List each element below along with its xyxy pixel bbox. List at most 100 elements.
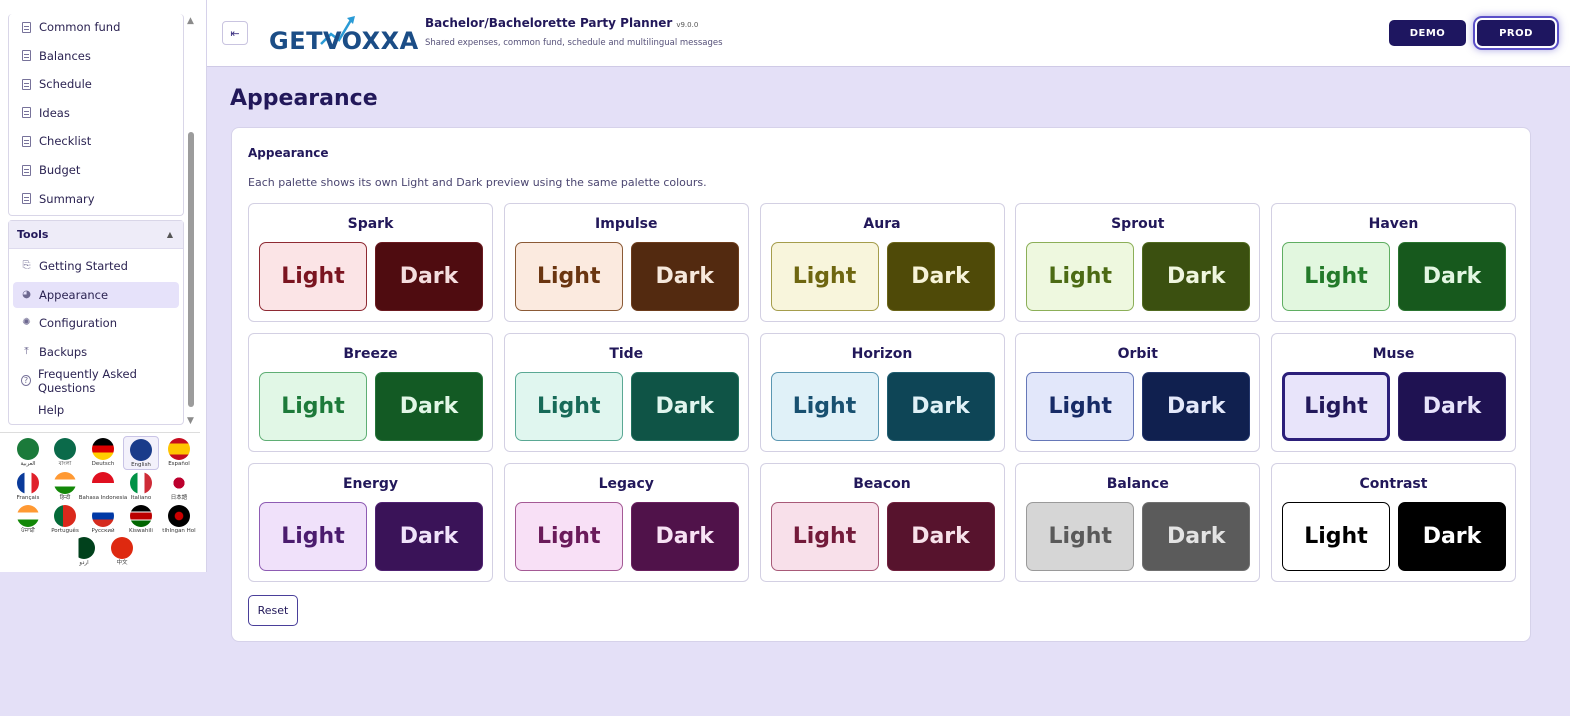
light-preview-swatch[interactable]: Light <box>770 242 879 311</box>
sidebar-item-backups[interactable]: ⤒ Backups <box>13 339 179 365</box>
sidebar-item-getting-started[interactable]: ⎘ Getting Started <box>13 253 179 279</box>
sidebar-item-label: Getting Started <box>39 259 128 273</box>
palette-card-beacon[interactable]: Beacon Light Dark <box>759 463 1005 582</box>
palette-name: Aura <box>863 216 901 232</box>
light-preview-swatch[interactable]: Light <box>514 502 623 571</box>
language-label: English <box>131 462 151 468</box>
language-flag-13[interactable]: Kiswahili <box>123 503 159 537</box>
sidebar-item-help[interactable]: Help <box>13 397 179 423</box>
dark-preview-swatch[interactable]: Dark <box>886 372 995 441</box>
language-flag-14[interactable]: tlhIngan Hol <box>161 503 197 537</box>
language-flag-5[interactable]: Français <box>10 470 46 504</box>
language-flag-16[interactable]: 中文 <box>104 535 140 569</box>
document-icon-shape <box>22 50 31 62</box>
language-flag-12[interactable]: Русский <box>85 503 121 537</box>
light-preview-swatch[interactable]: Light <box>259 502 367 571</box>
reset-button[interactable]: Reset <box>248 595 298 626</box>
light-preview-swatch[interactable]: Light <box>259 372 367 441</box>
document-icon <box>21 78 32 90</box>
light-preview-swatch[interactable]: Light <box>1282 372 1390 441</box>
sidebar-item-appearance[interactable]: ◕ Appearance <box>13 281 179 308</box>
palette-card-energy[interactable]: Energy Light Dark <box>248 463 493 582</box>
document-icon-shape <box>22 78 31 90</box>
dark-preview-swatch[interactable]: Dark <box>375 502 483 571</box>
flag-icon <box>92 472 114 494</box>
light-preview-swatch[interactable]: Light <box>1026 372 1135 441</box>
sidebar-item-balances[interactable]: Balances <box>13 44 179 68</box>
palette-name: Muse <box>1372 346 1415 362</box>
palette-card-haven[interactable]: Haven Light Dark <box>1271 203 1516 322</box>
dark-preview-swatch[interactable]: Dark <box>630 502 739 571</box>
palette-card-legacy[interactable]: Legacy Light Dark <box>503 463 749 582</box>
dark-preview-swatch[interactable]: Dark <box>1142 372 1251 441</box>
dark-preview-swatch[interactable]: Dark <box>886 242 995 311</box>
sidebar-item-common-fund[interactable]: Common fund <box>13 15 179 39</box>
light-preview-swatch[interactable]: Light <box>1282 502 1390 571</box>
light-preview-swatch[interactable]: Light <box>770 502 879 571</box>
palette-card-horizon[interactable]: Horizon Light Dark <box>759 333 1005 452</box>
scrollbar-thumb[interactable] <box>188 132 194 407</box>
language-flag-8[interactable]: Italiano <box>123 470 159 504</box>
light-preview-swatch[interactable]: Light <box>770 372 879 441</box>
light-preview-swatch[interactable]: Light <box>1026 502 1135 571</box>
scroll-down-arrow-icon[interactable]: ▼ <box>187 416 194 426</box>
sidebar-item-configuration[interactable]: ✺ Configuration <box>13 310 179 336</box>
language-flag-7[interactable]: Bahasa Indonesia <box>79 470 127 504</box>
flag-icon <box>168 472 190 494</box>
language-label: 中文 <box>116 560 128 566</box>
prod-button[interactable]: PROD <box>1477 20 1555 46</box>
light-preview-swatch[interactable]: Light <box>259 242 367 311</box>
palette-card-sprout[interactable]: Sprout Light Dark <box>1015 203 1261 322</box>
palette-card-spark[interactable]: Spark Light Dark <box>248 203 493 322</box>
language-label: tlhIngan Hol <box>162 528 196 534</box>
language-flag-6[interactable]: हिन्दी <box>47 470 83 504</box>
sidebar-item-ideas[interactable]: Ideas <box>13 101 179 125</box>
dark-preview-swatch[interactable]: Dark <box>375 372 483 441</box>
language-flag-4[interactable]: Español <box>161 436 197 470</box>
palette-card-aura[interactable]: Aura Light Dark <box>759 203 1005 322</box>
dark-preview-swatch[interactable]: Dark <box>1398 372 1506 441</box>
sidebar-item-summary[interactable]: Summary <box>13 187 179 211</box>
flag-icon <box>130 505 152 527</box>
palette-card-breeze[interactable]: Breeze Light Dark <box>248 333 493 452</box>
light-preview-swatch[interactable]: Light <box>514 372 623 441</box>
sidebar-item-checklist[interactable]: Checklist <box>13 129 179 153</box>
app-version: v9.0.0 <box>676 21 699 29</box>
sidebar-scrollbar[interactable]: ▲ ▼ <box>186 14 196 426</box>
dark-preview-swatch[interactable]: Dark <box>1142 242 1251 311</box>
language-flag-11[interactable]: Português <box>47 503 83 537</box>
language-flag-15[interactable]: اردو <box>66 535 102 569</box>
dark-preview-swatch[interactable]: Dark <box>1398 502 1506 571</box>
palette-card-impulse[interactable]: Impulse Light Dark <box>503 203 749 322</box>
light-preview-swatch[interactable]: Light <box>1026 242 1135 311</box>
palette-card-muse[interactable]: Muse Light Dark <box>1271 333 1516 452</box>
dark-preview-swatch[interactable]: Dark <box>886 502 995 571</box>
palette-card-balance[interactable]: Balance Light Dark <box>1015 463 1261 582</box>
sidebar-item-budget[interactable]: Budget <box>13 158 179 182</box>
sidebar-item-frequently-asked-questions[interactable]: ? Frequently Asked Questions <box>13 367 179 395</box>
sidebar-toggle-button[interactable]: ⇤ <box>222 21 248 45</box>
language-flag-3[interactable]: English <box>123 436 159 470</box>
dark-preview-swatch[interactable]: Dark <box>1142 502 1251 571</box>
scroll-up-arrow-icon[interactable]: ▲ <box>187 16 194 26</box>
palette-card-contrast[interactable]: Contrast Light Dark <box>1271 463 1516 582</box>
tools-section-header[interactable]: Tools ▲ <box>9 221 183 249</box>
dark-preview-swatch[interactable]: Dark <box>630 242 739 311</box>
language-flag-10[interactable]: ਪੰਜਾਬੀ <box>10 503 46 537</box>
language-label: العربية <box>20 461 36 467</box>
dark-preview-swatch[interactable]: Dark <box>375 242 483 311</box>
language-flag-0[interactable]: العربية <box>10 436 46 470</box>
demo-button[interactable]: DEMO <box>1389 20 1466 46</box>
document-icon <box>21 135 32 147</box>
dark-preview-swatch[interactable]: Dark <box>1398 242 1506 311</box>
dark-preview-swatch[interactable]: Dark <box>630 372 739 441</box>
language-flag-9[interactable]: 日本語 <box>161 470 197 504</box>
sidebar-item-schedule[interactable]: Schedule <box>13 72 179 96</box>
palette-card-tide[interactable]: Tide Light Dark <box>503 333 749 452</box>
language-flag-2[interactable]: Deutsch <box>85 436 121 470</box>
light-preview-swatch[interactable]: Light <box>514 242 623 311</box>
palette-card-orbit[interactable]: Orbit Light Dark <box>1015 333 1261 452</box>
language-flag-1[interactable]: বাংলা <box>47 436 83 470</box>
light-preview-swatch[interactable]: Light <box>1282 242 1390 311</box>
palette-name: Beacon <box>853 476 911 492</box>
